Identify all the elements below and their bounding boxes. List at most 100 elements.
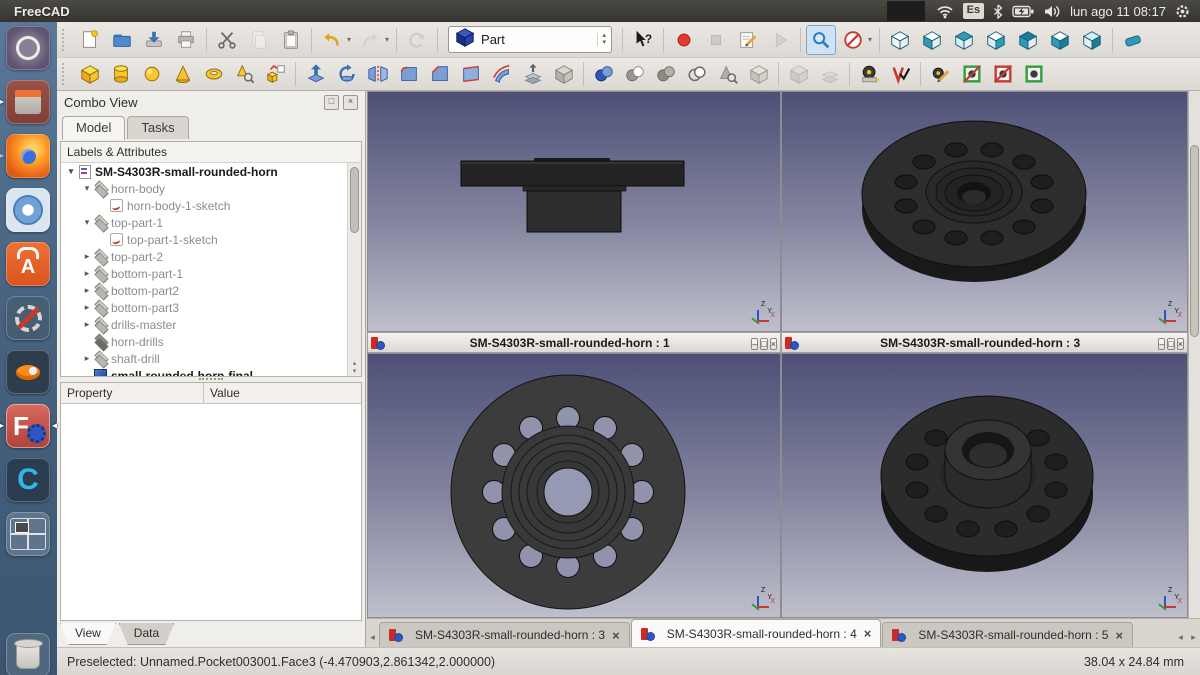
chamfer-icon[interactable] xyxy=(425,60,454,88)
tab-scroll-right-icon[interactable]: ▸ xyxy=(1187,627,1200,647)
network-wifi-icon[interactable] xyxy=(936,4,954,19)
panel-close-button[interactable]: × xyxy=(343,95,358,110)
tab-scroll-left-icon[interactable]: ◂ xyxy=(1174,627,1187,647)
viewport-top-right-iso-view[interactable]: ZYX xyxy=(781,91,1188,332)
tree-item-bottom-part3[interactable]: ▸bottom-part3 xyxy=(61,299,361,316)
sphere-icon[interactable] xyxy=(137,60,166,88)
tab-tasks[interactable]: Tasks xyxy=(127,116,188,139)
cut-boolean-icon[interactable] xyxy=(620,60,649,88)
viewport-top-left-side-view[interactable]: ZYX xyxy=(367,91,781,332)
expander-open-icon[interactable]: ▾ xyxy=(65,166,77,177)
open-file-icon[interactable] xyxy=(107,25,137,55)
view-front-icon[interactable] xyxy=(917,25,947,55)
tree-item-drills-master[interactable]: ▸drills-master xyxy=(61,316,361,333)
close-button[interactable]: × xyxy=(770,338,777,350)
torus-icon[interactable] xyxy=(199,60,228,88)
expander-closed-icon[interactable]: ▸ xyxy=(81,353,93,364)
paste-icon[interactable] xyxy=(276,25,306,55)
minimize-button[interactable]: – xyxy=(751,338,758,350)
fillet-icon[interactable] xyxy=(394,60,423,88)
union-icon[interactable] xyxy=(651,60,680,88)
tree-item-horn-body-1-sketch[interactable]: horn-body-1-sketch xyxy=(61,197,361,214)
thickness-icon[interactable] xyxy=(549,60,578,88)
launcher-item-ubuntu-dash[interactable] xyxy=(4,24,52,72)
tree-item-horn-drills[interactable]: horn-drills xyxy=(61,333,361,350)
tree-item-top-part-2[interactable]: ▸top-part-2 xyxy=(61,248,361,265)
view-bottom-icon[interactable] xyxy=(1045,25,1075,55)
volume-icon[interactable] xyxy=(1044,5,1061,18)
save-icon[interactable] xyxy=(139,25,169,55)
launcher-item-workspaces[interactable] xyxy=(4,510,52,558)
tab-close-icon[interactable]: × xyxy=(1115,628,1123,643)
cut-icon[interactable] xyxy=(212,25,242,55)
view-rear-icon[interactable] xyxy=(1013,25,1043,55)
launcher-item-blender[interactable] xyxy=(4,348,52,396)
draw-style-icon[interactable] xyxy=(838,25,868,55)
expander-closed-icon[interactable]: ▸ xyxy=(81,285,93,296)
zoom-fit-icon[interactable] xyxy=(806,25,836,55)
panel-splitter-handle[interactable] xyxy=(60,375,362,382)
revolve-icon[interactable] xyxy=(332,60,361,88)
launcher-item-software[interactable]: A xyxy=(4,240,52,288)
launcher-item-settings[interactable] xyxy=(4,294,52,342)
intersection-icon[interactable] xyxy=(682,60,711,88)
view-left-icon[interactable] xyxy=(1077,25,1107,55)
expander-open-icon[interactable]: ▾ xyxy=(81,217,93,228)
minimize-button[interactable]: – xyxy=(1158,338,1165,350)
session-menu-gear-icon[interactable] xyxy=(1175,4,1190,19)
mdi-scrollbar-thumb[interactable] xyxy=(1190,145,1199,337)
launcher-item-chromium[interactable] xyxy=(4,186,52,234)
cone-icon[interactable] xyxy=(168,60,197,88)
tree-scrollbar[interactable]: ▴▾ xyxy=(347,163,361,376)
check-geometry-icon[interactable] xyxy=(713,60,742,88)
panel-float-button[interactable]: □ xyxy=(324,95,339,110)
whats-this-icon[interactable]: ? xyxy=(628,25,658,55)
tree-scrollbar-thumb[interactable] xyxy=(350,167,359,233)
tree-item-bottom-part-1[interactable]: ▸bottom-part-1 xyxy=(61,265,361,282)
undo-icon[interactable] xyxy=(317,25,347,55)
clear-measurement-icon[interactable] xyxy=(1019,60,1048,88)
view-right-icon[interactable] xyxy=(981,25,1011,55)
launcher-item-trash[interactable] xyxy=(4,631,52,675)
toggle-measure-delta-icon[interactable] xyxy=(988,60,1017,88)
measure-distance-icon[interactable] xyxy=(1118,25,1148,55)
tab-model[interactable]: Model xyxy=(62,116,125,140)
expander-open-icon[interactable]: ▾ xyxy=(81,183,93,194)
tab-close-icon[interactable]: × xyxy=(612,628,620,643)
extrude-icon[interactable] xyxy=(301,60,330,88)
copy-icon[interactable] xyxy=(244,25,274,55)
tree-item-top-part-1[interactable]: ▾top-part-1 xyxy=(61,214,361,231)
close-button[interactable]: × xyxy=(1177,338,1184,350)
expander-closed-icon[interactable]: ▸ xyxy=(81,319,93,330)
restore-button[interactable]: □ xyxy=(1167,338,1174,350)
tree-item-shaft-drill[interactable]: ▸shaft-drill xyxy=(61,350,361,367)
macro-stop-icon[interactable] xyxy=(701,25,731,55)
expander-closed-icon[interactable]: ▸ xyxy=(81,251,93,262)
expander-closed-icon[interactable]: ▸ xyxy=(81,268,93,279)
explode-compound-icon[interactable] xyxy=(815,60,844,88)
create-primitives-icon[interactable] xyxy=(230,60,259,88)
tab-data[interactable]: Data xyxy=(119,623,174,645)
battery-charging-icon[interactable] xyxy=(1012,5,1035,18)
ruled-surface-icon[interactable] xyxy=(456,60,485,88)
make-compound-icon[interactable] xyxy=(784,60,813,88)
print-icon[interactable] xyxy=(171,25,201,55)
tree-scrollbar-arrows[interactable]: ▴▾ xyxy=(348,360,361,375)
bluetooth-icon[interactable] xyxy=(993,4,1003,19)
box-icon[interactable] xyxy=(75,60,104,88)
value-column-header[interactable]: Value xyxy=(204,383,361,403)
launcher-item-files[interactable]: ▸ xyxy=(4,78,52,126)
viewport-bottom-right-iso-view[interactable]: ZYX xyxy=(781,353,1188,618)
tree-item-top-part-1-sketch[interactable]: top-part-1-sketch xyxy=(61,231,361,248)
defeaturing-icon[interactable] xyxy=(744,60,773,88)
tree-item-horn-body[interactable]: ▾horn-body xyxy=(61,180,361,197)
measure-linear-icon[interactable] xyxy=(855,60,884,88)
tree-item-SM-S4303R-small-rounded-horn[interactable]: ▾SM-S4303R-small-rounded-horn xyxy=(61,163,361,180)
cylinder-icon[interactable] xyxy=(106,60,135,88)
expander-closed-icon[interactable]: ▸ xyxy=(81,302,93,313)
document-tab[interactable]: SM-S4303R-small-rounded-horn : 3× xyxy=(379,622,630,647)
macro-record-icon[interactable] xyxy=(669,25,699,55)
mdi-vertical-scrollbar[interactable] xyxy=(1188,91,1200,618)
clock[interactable]: lun ago 11 08:17 xyxy=(1070,4,1166,19)
measure-refresh-icon[interactable] xyxy=(926,60,955,88)
